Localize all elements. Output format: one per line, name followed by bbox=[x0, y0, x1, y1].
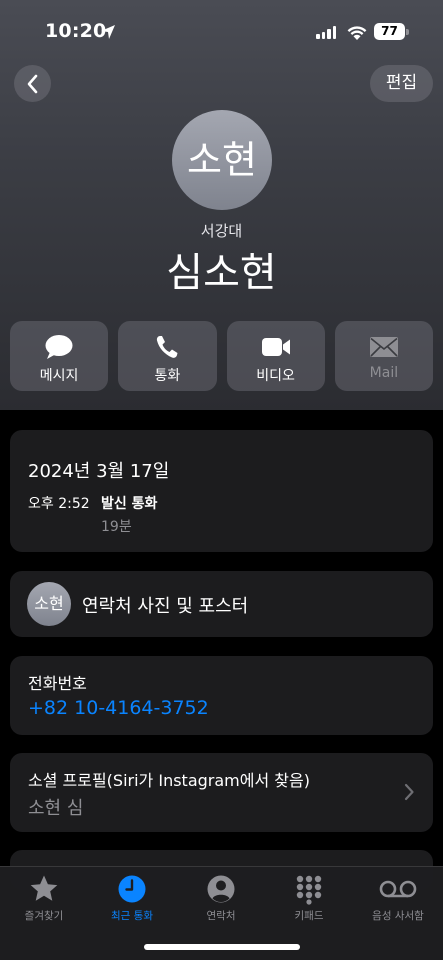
recent-call-card: 2024년 3월 17일 오후 2:52 발신 통화 19분 bbox=[10, 430, 433, 552]
video-icon bbox=[261, 338, 290, 356]
mail-icon bbox=[369, 337, 398, 357]
phone-number-label: 전화번호 bbox=[28, 674, 87, 693]
call-type: 발신 통화 bbox=[101, 496, 158, 512]
mail-button-label: Mail bbox=[369, 365, 399, 381]
photo-poster-label: 연락처 사진 및 포스터 bbox=[82, 596, 249, 617]
quick-actions: 메시지 통화 비디오 Mail bbox=[10, 321, 433, 391]
call-date: 2024년 3월 17일 bbox=[28, 461, 170, 482]
tab-keypad-label: 키패드 bbox=[294, 910, 324, 922]
contact-name: 심소현 bbox=[166, 250, 277, 296]
social-profile-label: 소셜 프로필(Siri가 Instagram에서 찾음) bbox=[28, 771, 310, 790]
tab-keypad[interactable]: 키패드 bbox=[265, 873, 353, 923]
message-button[interactable]: 메시지 bbox=[10, 321, 109, 391]
wifi-icon bbox=[347, 26, 367, 40]
phone-number-card: 전화번호 +82 10-4164-3752 bbox=[10, 656, 433, 735]
star-icon bbox=[30, 875, 58, 901]
tab-voicemail[interactable]: 음성 사서함 bbox=[354, 873, 442, 923]
call-button[interactable]: 통화 bbox=[118, 321, 217, 391]
call-button-label: 통화 bbox=[154, 368, 181, 384]
back-button[interactable] bbox=[14, 65, 51, 102]
message-button-label: 메시지 bbox=[39, 368, 79, 384]
voicemail-icon bbox=[379, 880, 417, 898]
tab-recents-label: 최근 통화 bbox=[111, 910, 153, 922]
call-duration: 19분 bbox=[101, 519, 132, 535]
status-time: 10:20 bbox=[45, 20, 107, 42]
message-bubble-icon bbox=[45, 335, 73, 359]
mail-button[interactable]: Mail bbox=[334, 321, 433, 391]
contact-avatar-small: 소현 bbox=[27, 582, 71, 626]
tab-contacts[interactable]: 연락처 bbox=[177, 873, 265, 923]
tab-contacts-label: 연락처 bbox=[206, 910, 236, 922]
tab-recents[interactable]: 최근 통화 bbox=[88, 873, 176, 923]
clock-icon bbox=[118, 875, 146, 903]
video-button[interactable]: 비디오 bbox=[226, 321, 325, 391]
contact-organization: 서강대 bbox=[200, 222, 243, 240]
chevron-right-icon bbox=[404, 783, 414, 801]
battery-cap bbox=[406, 29, 409, 35]
social-profile-row[interactable]: 소셜 프로필(Siri가 Instagram에서 찾음) 소현 심 bbox=[10, 753, 433, 832]
tab-favorites-label: 즐겨찾기 bbox=[24, 910, 64, 922]
tab-voicemail-label: 음성 사서함 bbox=[372, 910, 424, 922]
person-circle-icon bbox=[207, 875, 235, 903]
location-arrow-icon bbox=[101, 25, 115, 39]
keypad-icon bbox=[296, 875, 322, 905]
battery-icon: 77 bbox=[374, 23, 405, 40]
video-button-label: 비디오 bbox=[256, 368, 295, 384]
status-bar: 10:20 77 bbox=[0, 0, 443, 62]
tab-favorites[interactable]: 즐겨찾기 bbox=[0, 873, 88, 923]
social-profile-name: 소현 심 bbox=[28, 798, 84, 819]
phone-number-link[interactable]: +82 10-4164-3752 bbox=[28, 697, 209, 719]
contact-avatar: 소현 bbox=[172, 110, 272, 210]
home-indicator bbox=[144, 944, 300, 950]
phone-icon bbox=[157, 336, 178, 358]
chevron-left-icon bbox=[27, 74, 37, 93]
contact-photo-poster-row[interactable]: 소현 연락처 사진 및 포스터 bbox=[10, 571, 433, 637]
edit-button[interactable]: 편집 bbox=[370, 65, 433, 102]
cellular-signal-icon bbox=[316, 26, 336, 39]
call-time: 오후 2:52 bbox=[28, 496, 90, 512]
